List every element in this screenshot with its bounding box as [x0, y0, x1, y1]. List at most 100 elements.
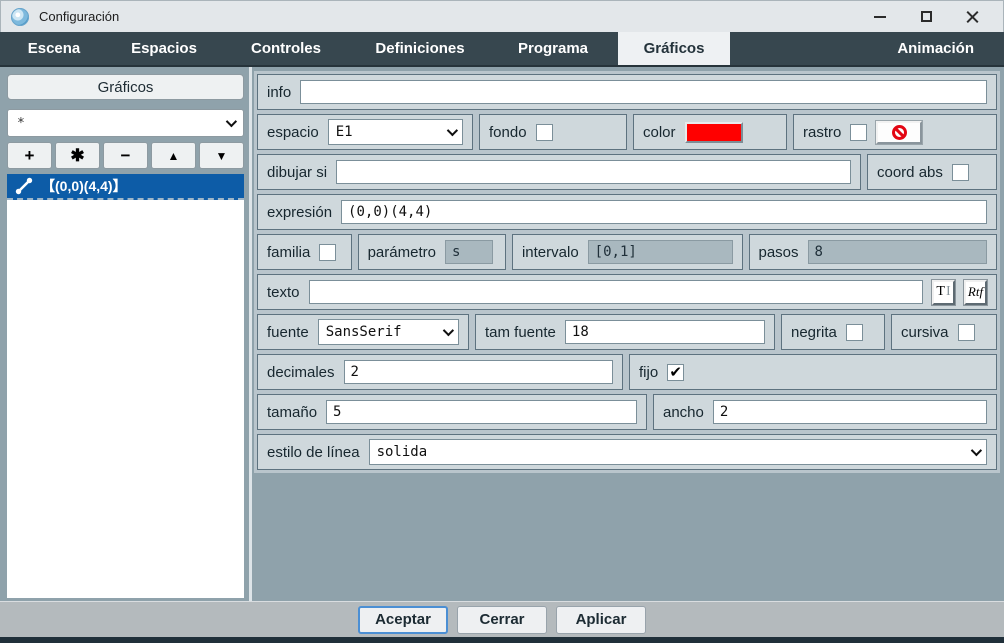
segment-icon — [14, 176, 34, 196]
espacio-select[interactable]: E1 — [328, 119, 463, 145]
familia-group: familia — [257, 234, 352, 270]
rastro-group: rastro — [793, 114, 997, 150]
fondo-group: fondo — [479, 114, 627, 150]
parametro-label: parámetro — [368, 244, 436, 261]
dibujar-si-group: dibujar si — [257, 154, 861, 190]
move-down-button[interactable]: ▼ — [199, 142, 244, 169]
graphics-filter-value: * — [17, 116, 25, 131]
chevron-down-icon — [443, 325, 454, 336]
add-graphic-button[interactable]: + — [7, 142, 52, 169]
app-logo-icon — [11, 8, 29, 26]
rtf-text-button[interactable]: Rtf — [964, 280, 987, 305]
fijo-group: fijo ✔ — [629, 354, 997, 390]
espacio-group: espacio E1 — [257, 114, 473, 150]
clear-trace-button[interactable] — [876, 121, 922, 144]
tam-fuente-input[interactable] — [565, 320, 765, 344]
ancho-label: ancho — [663, 404, 704, 421]
decimales-label: decimales — [267, 364, 335, 381]
graphics-filter-select[interactable]: * — [7, 109, 244, 137]
rastro-label: rastro — [803, 124, 841, 141]
tamano-group: tamaño — [257, 394, 647, 430]
configuration-window: Configuración Escena Espacios Controles … — [0, 0, 1004, 643]
remove-graphic-button[interactable]: − — [103, 142, 148, 169]
cursiva-checkbox[interactable] — [958, 324, 975, 341]
texto-input[interactable] — [309, 280, 923, 304]
parametro-input — [445, 240, 493, 264]
cursiva-group: cursiva — [891, 314, 997, 350]
tamano-input[interactable] — [326, 400, 637, 424]
estilo-linea-label: estilo de línea — [267, 444, 360, 461]
plain-text-button[interactable]: TI — [932, 280, 955, 305]
decimales-input[interactable] — [344, 360, 613, 384]
minimize-button[interactable] — [857, 2, 903, 32]
main-content: Gráficos * + ✱ − ▲ ▼ 【(0,0)( — [0, 65, 1004, 601]
coord-abs-group: coord abs — [867, 154, 997, 190]
color-label: color — [643, 124, 676, 141]
graphics-list: 【(0,0)(4,4)】 — [7, 174, 244, 598]
tab-animacion[interactable]: Animación — [867, 32, 1004, 65]
info-input[interactable] — [300, 80, 987, 104]
fondo-checkbox[interactable] — [536, 124, 553, 141]
maximize-icon — [921, 11, 932, 22]
color-group: color — [633, 114, 787, 150]
texto-group: texto TI Rtf — [257, 274, 997, 310]
accept-button[interactable]: Aceptar — [358, 606, 448, 634]
fijo-label: fijo — [639, 364, 658, 381]
expresion-group: expresión — [257, 194, 997, 230]
tab-graficos[interactable]: Gráficos — [618, 32, 730, 65]
color-swatch[interactable] — [685, 122, 743, 143]
close-dialog-button[interactable]: Cerrar — [457, 606, 547, 634]
close-button[interactable] — [949, 2, 995, 32]
negrita-label: negrita — [791, 324, 837, 341]
negrita-group: negrita — [781, 314, 885, 350]
graphics-panel-header: Gráficos — [7, 74, 244, 100]
window-bottom-edge — [0, 637, 1004, 643]
tab-controles[interactable]: Controles — [220, 32, 352, 65]
tab-espacios[interactable]: Espacios — [108, 32, 220, 65]
list-item-segment[interactable]: 【(0,0)(4,4)】 — [7, 174, 244, 200]
list-item-label: 【(0,0)(4,4)】 — [41, 176, 127, 196]
familia-checkbox[interactable] — [319, 244, 336, 261]
pasos-input — [808, 240, 987, 264]
no-entry-icon — [892, 125, 907, 140]
apply-button[interactable]: Aplicar — [556, 606, 646, 634]
tab-programa[interactable]: Programa — [488, 32, 618, 65]
cursiva-label: cursiva — [901, 324, 949, 341]
espacio-label: espacio — [267, 124, 319, 141]
title-bar: Configuración — [0, 0, 1004, 32]
fuente-value: SansSerif — [326, 324, 402, 340]
text-cursor-icon: I — [946, 284, 951, 300]
fuente-select[interactable]: SansSerif — [318, 319, 459, 345]
duplicate-graphic-button[interactable]: ✱ — [55, 142, 100, 169]
chevron-down-icon — [447, 125, 458, 136]
fondo-label: fondo — [489, 124, 527, 141]
dibujar-si-input[interactable] — [336, 160, 851, 184]
fuente-group: fuente SansSerif — [257, 314, 469, 350]
expresion-input[interactable] — [341, 200, 987, 224]
ancho-input[interactable] — [713, 400, 987, 424]
plain-text-glyph: T — [936, 284, 945, 300]
texto-label: texto — [267, 284, 300, 301]
coord-abs-label: coord abs — [877, 164, 943, 181]
tab-bar: Escena Espacios Controles Definiciones P… — [0, 32, 1004, 65]
tab-definiciones[interactable]: Definiciones — [352, 32, 488, 65]
window-title: Configuración — [39, 9, 119, 24]
pasos-group: pasos — [749, 234, 998, 270]
graphic-properties-panel: info espacio E1 fondo — [252, 67, 1004, 601]
estilo-linea-select[interactable]: solida — [369, 439, 987, 465]
maximize-button[interactable] — [903, 2, 949, 32]
negrita-checkbox[interactable] — [846, 324, 863, 341]
intervalo-group: intervalo — [512, 234, 743, 270]
rastro-checkbox[interactable] — [850, 124, 867, 141]
expresion-label: expresión — [267, 204, 332, 221]
chevron-down-icon — [226, 116, 237, 127]
chevron-down-icon — [971, 445, 982, 456]
tab-escena[interactable]: Escena — [0, 32, 108, 65]
graphics-list-toolbar: + ✱ − ▲ ▼ — [7, 142, 244, 169]
fijo-checkbox[interactable]: ✔ — [667, 364, 684, 381]
minimize-icon — [874, 16, 886, 18]
move-up-button[interactable]: ▲ — [151, 142, 196, 169]
ancho-group: ancho — [653, 394, 997, 430]
decimales-group: decimales — [257, 354, 623, 390]
coord-abs-checkbox[interactable] — [952, 164, 969, 181]
